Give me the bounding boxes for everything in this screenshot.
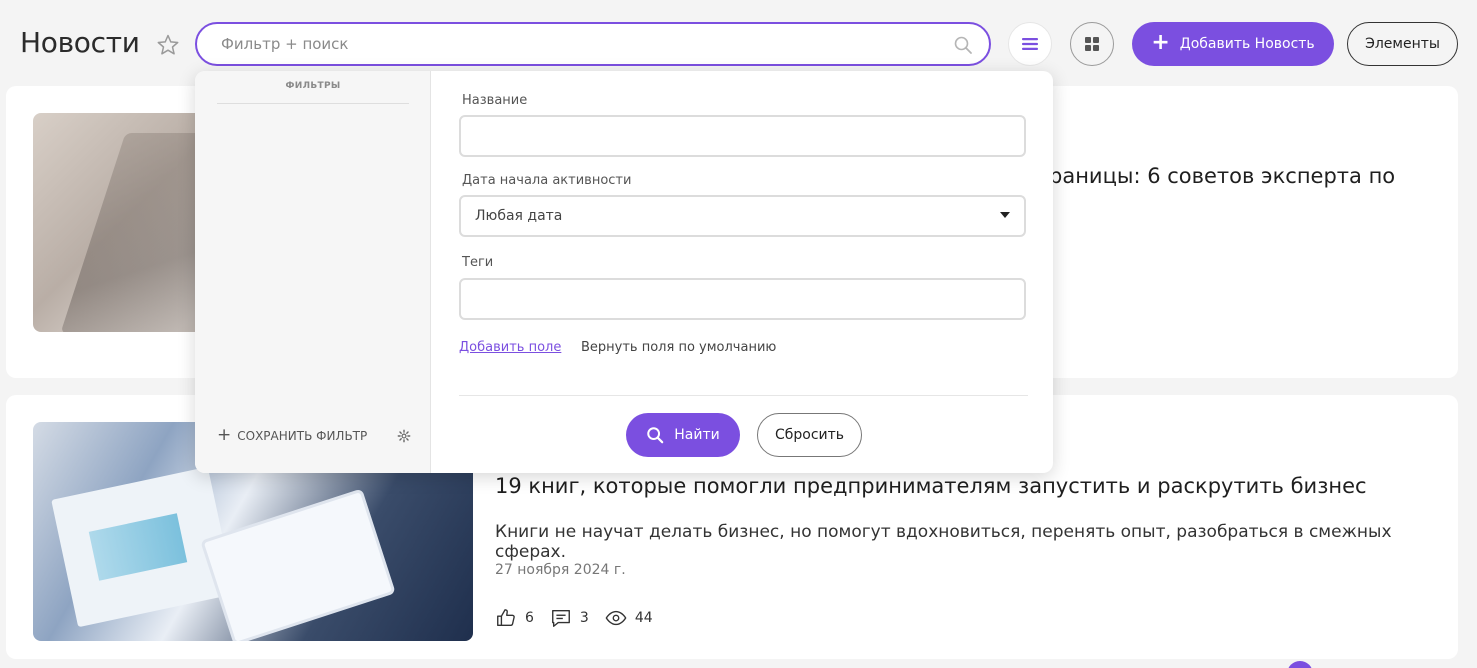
list-view-button[interactable]: [1008, 22, 1052, 66]
filters-heading: ФИЛЬТРЫ: [285, 81, 341, 91]
tags-field-label: Теги: [462, 255, 494, 270]
comments-stat[interactable]: 3: [550, 607, 589, 629]
date-field-label: Дата начала активности: [462, 173, 632, 188]
tags-field[interactable]: [459, 278, 1026, 320]
save-filter-label: СОХРАНИТЬ ФИЛЬТР: [237, 428, 368, 443]
eye-icon: [605, 610, 627, 626]
news-stats: 6 3 44: [495, 607, 669, 629]
news-date: 27 ноября 2024 г.: [495, 562, 626, 578]
filter-panel: ФИЛЬТРЫ + СОХРАНИТЬ ФИЛЬТР Название Дата…: [195, 71, 1053, 473]
add-news-button[interactable]: + Добавить Новость: [1132, 22, 1334, 66]
likes-count: 6: [525, 610, 534, 626]
search-icon: [647, 427, 664, 444]
gear-icon[interactable]: [397, 429, 411, 443]
comment-icon: [551, 609, 570, 627]
search-input[interactable]: Фильтр + поиск: [221, 35, 349, 53]
restore-defaults-link[interactable]: Вернуть поля по умолчанию: [581, 340, 776, 355]
list-view-icon: [1022, 38, 1038, 50]
find-button-label: Найти: [674, 427, 720, 443]
pagination-indicator[interactable]: [1287, 661, 1313, 668]
views-stat: 44: [605, 607, 653, 629]
plus-icon: +: [1151, 30, 1170, 55]
likes-stat[interactable]: 6: [495, 607, 534, 629]
reset-button[interactable]: Сбросить: [757, 413, 862, 457]
find-button[interactable]: Найти: [626, 413, 740, 457]
views-count: 44: [634, 610, 653, 626]
plus-icon: +: [217, 425, 232, 445]
add-field-link[interactable]: Добавить поле: [459, 340, 561, 355]
filters-divider: [217, 103, 409, 104]
search-bar[interactable]: Фильтр + поиск: [195, 22, 991, 66]
comments-count: 3: [579, 610, 589, 626]
chevron-down-icon: [1000, 212, 1010, 218]
add-news-label: Добавить Новость: [1179, 36, 1315, 52]
date-select[interactable]: Любая дата: [459, 195, 1026, 237]
news-description: Книги не научат делать бизнес, но помогу…: [495, 522, 1392, 562]
name-field-label: Название: [462, 93, 528, 108]
grid-view-button[interactable]: [1070, 22, 1114, 66]
page-title: Новости: [20, 26, 140, 59]
elements-button[interactable]: Элементы: [1347, 22, 1458, 66]
search-icon[interactable]: [953, 35, 973, 55]
name-field[interactable]: [459, 115, 1026, 157]
grid-view-icon: [1085, 37, 1099, 51]
date-select-value: Любая дата: [475, 208, 563, 224]
save-filter-button[interactable]: + СОХРАНИТЬ ФИЛЬТР: [217, 427, 367, 444]
thumbs-up-icon: [497, 609, 515, 627]
news-title[interactable]: раницы: 6 советов эксперта по: [1049, 164, 1395, 188]
saved-filters-sidebar: ФИЛЬТРЫ + СОХРАНИТЬ ФИЛЬТР: [195, 71, 431, 473]
panel-divider: [459, 395, 1028, 396]
favorite-star-icon[interactable]: [156, 33, 180, 57]
news-title[interactable]: 19 книг, которые помогли предпринимателя…: [495, 474, 1367, 498]
